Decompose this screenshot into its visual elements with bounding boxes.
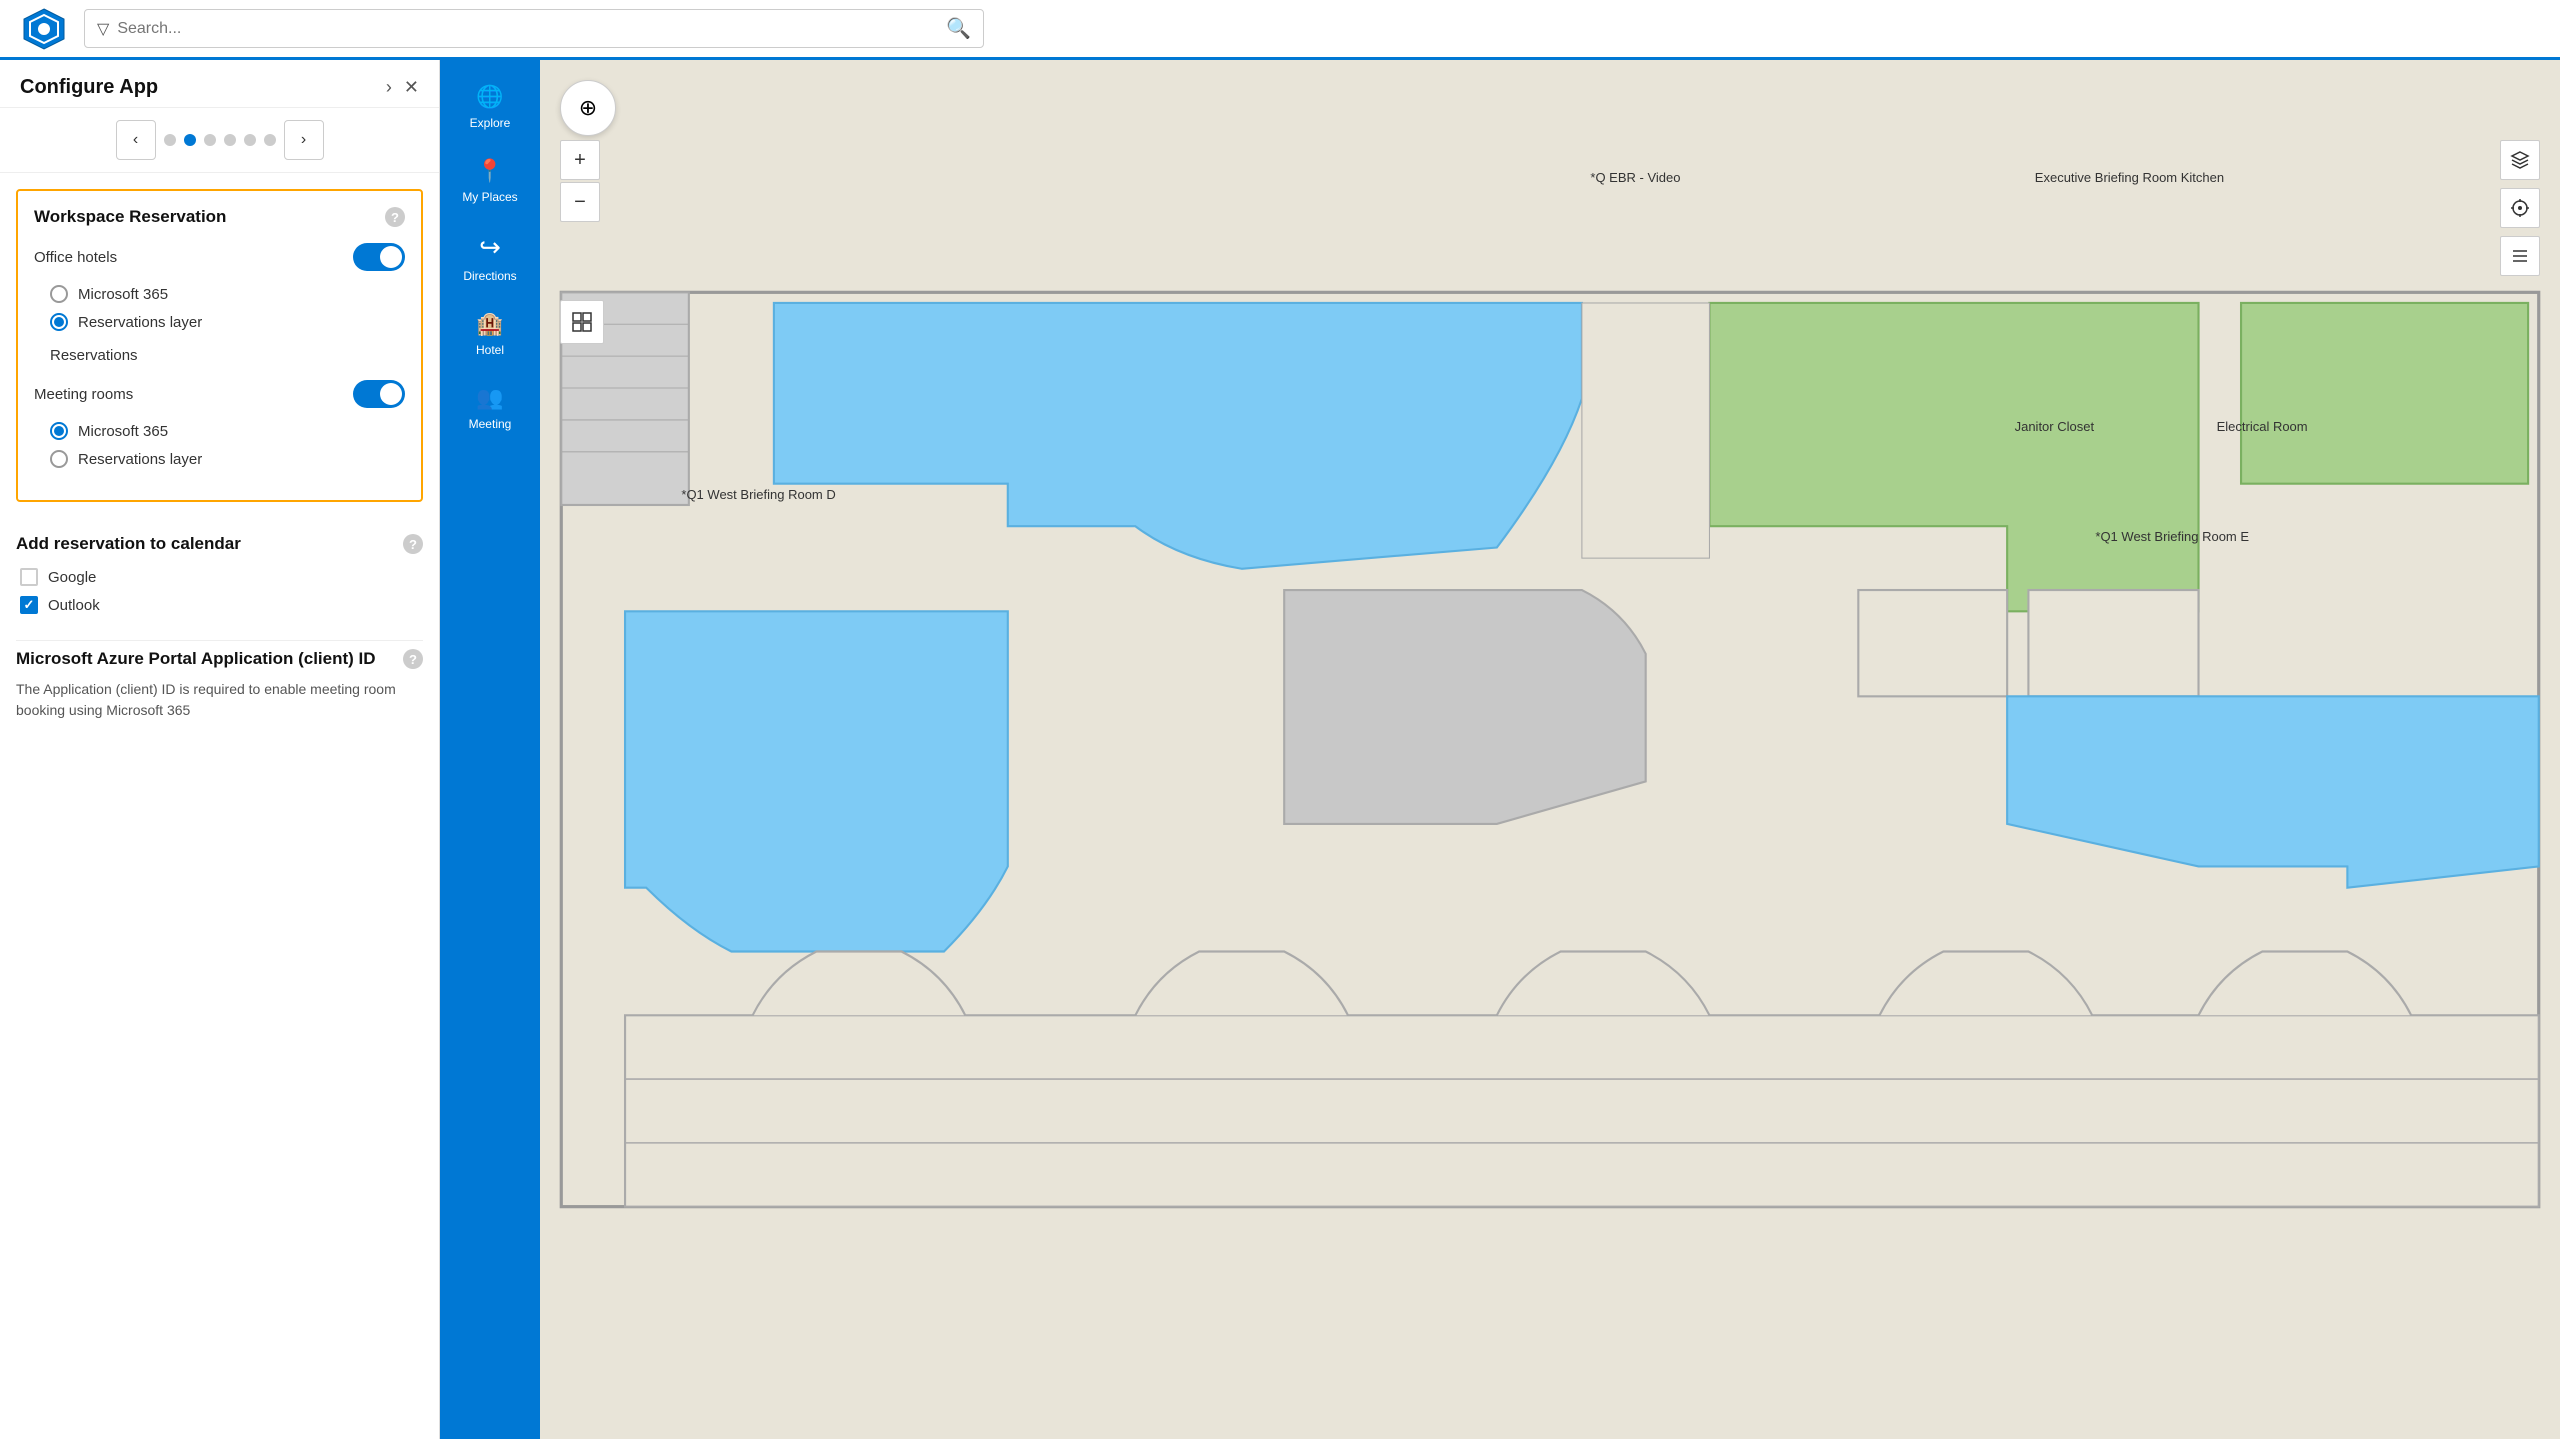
- page-dot-6[interactable]: [264, 134, 276, 146]
- office-hotels-toggle-row: Office hotels: [34, 243, 405, 271]
- page-dot-1[interactable]: [164, 134, 176, 146]
- search-filter-icon: ▽: [97, 19, 109, 39]
- explore-label: Explore: [470, 116, 511, 130]
- add-reservation-help-icon[interactable]: ?: [403, 534, 423, 554]
- azure-title: Microsoft Azure Portal Application (clie…: [16, 649, 423, 669]
- floor-plan-svg: [540, 60, 2560, 1439]
- azure-title-text: Microsoft Azure Portal Application (clie…: [16, 649, 376, 669]
- sidebar-item-my-places[interactable]: 📍 My Places: [440, 144, 540, 218]
- sidebar-item-explore[interactable]: 🌐 Explore: [440, 70, 540, 144]
- meeting-rooms-m365-circle: [50, 422, 68, 440]
- hotel-label: Hotel: [476, 343, 504, 357]
- azure-help-icon[interactable]: ?: [403, 649, 423, 669]
- main-layout: Configure App › ✕ ‹ › Workspace Reservat…: [0, 60, 2560, 1439]
- my-places-icon: 📍: [476, 158, 503, 184]
- my-places-label: My Places: [462, 190, 517, 204]
- pagination: ‹ ›: [0, 108, 439, 173]
- location-button[interactable]: [2500, 188, 2540, 228]
- left-nav: 🌐 Explore 📍 My Places ↪ Directions 🏨 Hot…: [440, 60, 540, 1439]
- add-reservation-title: Add reservation to calendar: [16, 534, 241, 554]
- workspace-help-icon[interactable]: ?: [385, 207, 405, 227]
- outlook-checkbox-row[interactable]: Outlook: [20, 596, 423, 614]
- page-dot-4[interactable]: [224, 134, 236, 146]
- office-hotels-radio-group: Microsoft 365 Reservations layer: [50, 285, 405, 331]
- map-area: ⊕ + −: [540, 60, 2560, 1439]
- configure-title: Configure App: [20, 76, 158, 99]
- prev-page-button[interactable]: ‹: [116, 120, 156, 160]
- close-icon[interactable]: ✕: [404, 77, 419, 98]
- office-hotels-radio-reservations[interactable]: Reservations layer: [50, 313, 405, 331]
- map-controls: + −: [560, 140, 600, 222]
- outlook-checkbox[interactable]: [20, 596, 38, 614]
- search-button[interactable]: 🔍: [946, 16, 971, 41]
- configure-panel: Configure App › ✕ ‹ › Workspace Reservat…: [0, 60, 440, 1439]
- office-hotels-m365-circle: [50, 285, 68, 303]
- hotel-icon: 🏨: [476, 311, 503, 337]
- meeting-label: Meeting: [469, 417, 512, 431]
- next-page-button[interactable]: ›: [284, 120, 324, 160]
- page-dot-5[interactable]: [244, 134, 256, 146]
- outlook-label: Outlook: [48, 597, 100, 614]
- workspace-section-title: Workspace Reservation ?: [34, 207, 405, 227]
- meeting-rooms-toggle-row: Meeting rooms: [34, 380, 405, 408]
- office-hotels-reservations-label: Reservations layer: [78, 314, 202, 331]
- app-logo: [20, 5, 68, 53]
- search-input[interactable]: [117, 20, 946, 38]
- office-hotels-label: Office hotels: [34, 249, 117, 266]
- list-button[interactable]: [2500, 236, 2540, 276]
- google-label: Google: [48, 569, 96, 586]
- layers-button[interactable]: [2500, 140, 2540, 180]
- azure-description: The Application (client) ID is required …: [16, 679, 423, 721]
- add-reservation-header: Add reservation to calendar ?: [16, 534, 423, 554]
- page-dot-3[interactable]: [204, 134, 216, 146]
- office-hotels-toggle[interactable]: [353, 243, 405, 271]
- floor-controls: [560, 300, 604, 344]
- top-bar: ▽ 🔍: [0, 0, 2560, 60]
- meeting-rooms-radio-reservations[interactable]: Reservations layer: [50, 450, 405, 468]
- forward-icon[interactable]: ›: [386, 77, 392, 98]
- grid-view-button[interactable]: [560, 300, 604, 344]
- add-reservation-section: Add reservation to calendar ? Google Out…: [16, 518, 423, 624]
- meeting-rooms-toggle[interactable]: [353, 380, 405, 408]
- explore-icon: 🌐: [476, 84, 503, 110]
- office-hotels-radio-m365[interactable]: Microsoft 365: [50, 285, 405, 303]
- meeting-rooms-reservations-circle: [50, 450, 68, 468]
- map-side-controls: [2500, 140, 2540, 276]
- page-dots: [164, 134, 276, 146]
- zoom-out-button[interactable]: −: [560, 182, 600, 222]
- meeting-rooms-label: Meeting rooms: [34, 386, 133, 403]
- configure-header-icons: › ✕: [386, 77, 419, 98]
- directions-label: Directions: [463, 269, 516, 283]
- reservations-indent-label: Reservations: [50, 347, 405, 364]
- page-dot-2[interactable]: [184, 134, 196, 146]
- workspace-title-text: Workspace Reservation: [34, 207, 226, 227]
- configure-header: Configure App › ✕: [0, 60, 439, 108]
- google-checkbox[interactable]: [20, 568, 38, 586]
- search-container: ▽ 🔍: [84, 9, 984, 48]
- compass[interactable]: ⊕: [560, 80, 616, 136]
- meeting-icon: 👥: [476, 385, 503, 411]
- office-hotels-m365-label: Microsoft 365: [78, 286, 168, 303]
- meeting-rooms-radio-m365[interactable]: Microsoft 365: [50, 422, 405, 440]
- sidebar-item-meeting[interactable]: 👥 Meeting: [440, 371, 540, 445]
- sidebar-item-directions[interactable]: ↪ Directions: [440, 218, 540, 297]
- meeting-rooms-m365-label: Microsoft 365: [78, 423, 168, 440]
- google-checkbox-row[interactable]: Google: [20, 568, 423, 586]
- azure-section: Microsoft Azure Portal Application (clie…: [16, 640, 423, 721]
- zoom-in-button[interactable]: +: [560, 140, 600, 180]
- meeting-rooms-radio-group: Microsoft 365 Reservations layer: [50, 422, 405, 468]
- sidebar-item-hotel[interactable]: 🏨 Hotel: [440, 297, 540, 371]
- office-hotels-reservations-circle: [50, 313, 68, 331]
- meeting-rooms-reservations-label: Reservations layer: [78, 451, 202, 468]
- directions-icon: ↪: [479, 232, 501, 263]
- workspace-reservation-section: Workspace Reservation ? Office hotels Mi…: [16, 189, 423, 502]
